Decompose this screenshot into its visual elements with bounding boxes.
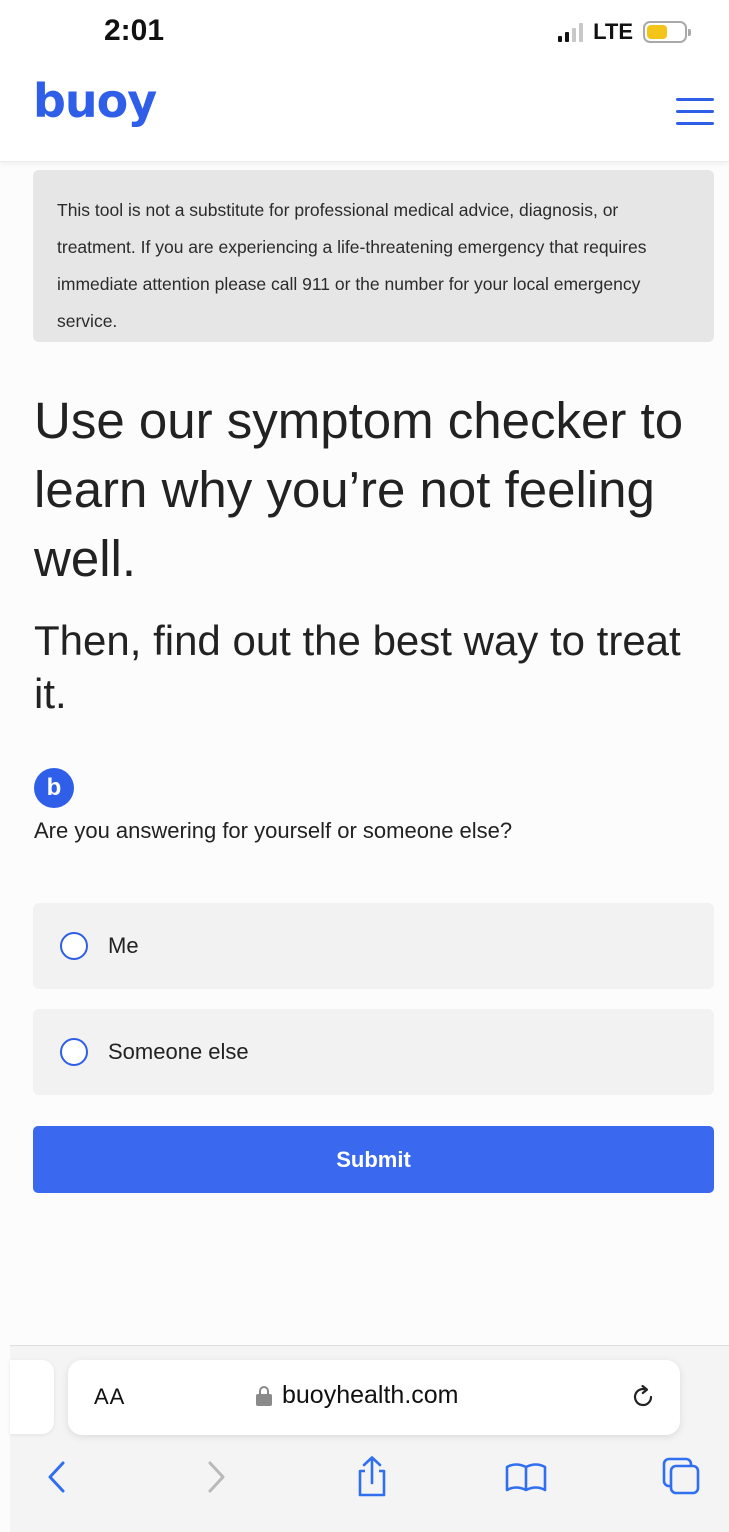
text-size-button[interactable]: AA [94, 1384, 125, 1410]
page-title: Use our symptom checker to learn why you… [34, 392, 684, 587]
submit-button[interactable]: Submit [33, 1126, 714, 1193]
reload-icon[interactable] [628, 1382, 658, 1412]
medical-disclaimer: This tool is not a substitute for profes… [33, 170, 714, 342]
hamburger-menu-icon[interactable] [676, 98, 714, 128]
signal-icon [558, 22, 584, 42]
option-someone-else[interactable]: Someone else [33, 1009, 714, 1095]
page-subtitle: Then, find out the best way to treat it. [34, 617, 681, 717]
battery-icon [643, 21, 691, 43]
radio-button[interactable] [60, 932, 88, 960]
question-text: Are you answering for yourself or someon… [34, 818, 513, 843]
url-text: buoyhealth.com [282, 1381, 459, 1409]
status-indicators: LTE [558, 19, 691, 45]
bookmarks-icon[interactable] [504, 1455, 548, 1499]
network-label: LTE [593, 19, 633, 44]
forward-icon[interactable] [193, 1455, 237, 1499]
bot-avatar-icon: b [34, 768, 74, 808]
address-bar[interactable]: AA buoyhealth.com [68, 1360, 680, 1435]
tabs-icon[interactable] [660, 1455, 704, 1499]
status-bar: 2:01 LTE [0, 0, 729, 64]
back-icon[interactable] [36, 1455, 80, 1499]
share-icon[interactable] [350, 1455, 394, 1499]
radio-button[interactable] [60, 1038, 88, 1066]
buoy-logo[interactable]: buoy [33, 74, 157, 128]
lock-icon [256, 1385, 272, 1406]
previous-tab-preview[interactable] [10, 1360, 54, 1434]
option-label: Me [108, 933, 139, 958]
url-display[interactable]: buoyhealth.com [256, 1381, 459, 1410]
status-time: 2:01 [104, 14, 165, 47]
option-label: Someone else [108, 1039, 249, 1064]
option-me[interactable]: Me [33, 903, 714, 989]
site-header: buoy [0, 64, 729, 162]
text-size-label: AA [94, 1384, 126, 1409]
